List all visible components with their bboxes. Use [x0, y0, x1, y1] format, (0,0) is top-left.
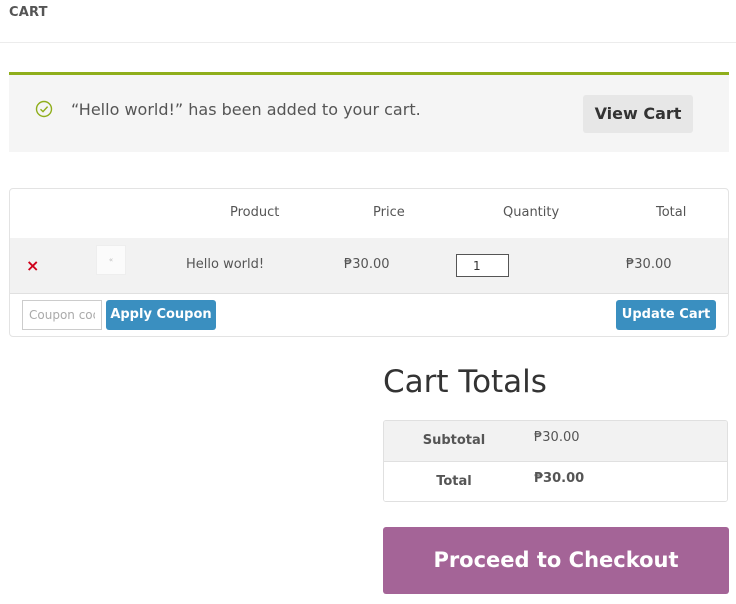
view-cart-button[interactable]: View Cart — [583, 95, 693, 133]
update-cart-button[interactable]: Update Cart — [616, 300, 716, 330]
column-header-quantity: Quantity — [503, 205, 560, 220]
product-thumbnail[interactable]: « — [96, 245, 126, 275]
total-row: Total ₱30.00 — [384, 462, 727, 501]
added-to-cart-notice: “Hello world!” has been added to your ca… — [9, 72, 729, 152]
cart-table-header: Product Price Quantity Total — [10, 189, 728, 239]
cart-item-row: × « Hello world! ₱30.00 ₱30.00 — [10, 238, 728, 294]
notice-message: “Hello world!” has been added to your ca… — [71, 100, 421, 119]
subtotal-row: Subtotal ₱30.00 — [384, 421, 727, 462]
cart-actions: Apply Coupon Update Cart — [10, 294, 728, 336]
apply-coupon-button[interactable]: Apply Coupon — [106, 300, 216, 330]
subtotal-value: ₱30.00 — [534, 430, 580, 445]
title-divider — [0, 42, 736, 43]
product-price: ₱30.00 — [344, 257, 390, 272]
cart-totals-heading: Cart Totals — [383, 364, 547, 400]
cart-table: Product Price Quantity Total × « Hello w… — [9, 188, 729, 337]
subtotal-label: Subtotal — [422, 433, 486, 448]
page-title: CART — [9, 5, 48, 20]
product-name-link[interactable]: Hello world! — [186, 257, 264, 272]
check-circle-icon — [35, 100, 53, 118]
column-header-total: Total — [656, 205, 687, 220]
total-label: Total — [436, 474, 472, 489]
coupon-code-input[interactable] — [22, 300, 102, 330]
proceed-to-checkout-button[interactable]: Proceed to Checkout — [383, 527, 729, 594]
column-header-price: Price — [373, 205, 405, 220]
cart-totals-table: Subtotal ₱30.00 Total ₱30.00 — [383, 420, 728, 502]
column-header-product: Product — [230, 205, 280, 220]
total-value: ₱30.00 — [534, 471, 585, 486]
remove-item-icon[interactable]: × — [26, 256, 39, 275]
product-line-total: ₱30.00 — [626, 257, 672, 272]
quantity-input[interactable] — [456, 254, 509, 277]
